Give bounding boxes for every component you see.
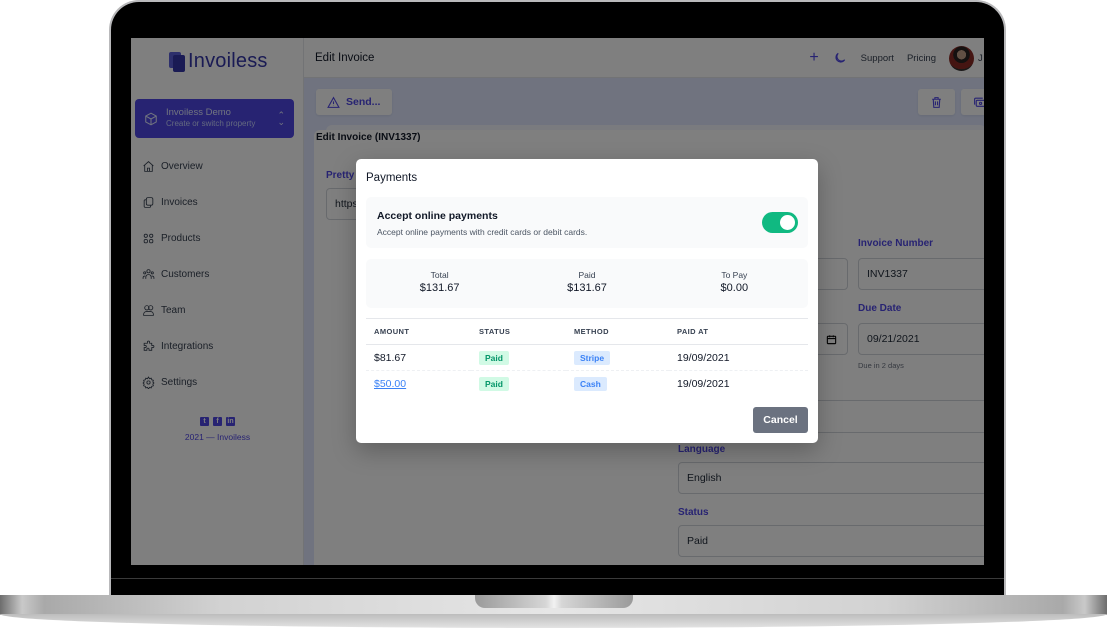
payments-table: AMOUNT STATUS METHOD PAID AT $81.67 Paid… xyxy=(366,318,808,397)
table-row: $50.00 Paid Cash 19/09/2021 xyxy=(366,371,808,397)
total-stat: Total $131.67 xyxy=(366,259,513,308)
modal-title: Payments xyxy=(366,172,418,184)
payments-modal: Payments Accept online payments Accept o… xyxy=(356,159,818,443)
column-header-amount: AMOUNT xyxy=(366,318,471,345)
cancel-button[interactable]: Cancel xyxy=(753,407,808,433)
laptop-base-bottom xyxy=(0,614,1107,628)
status-badge: Paid xyxy=(479,350,509,365)
accept-subtitle: Accept online payments with credit cards… xyxy=(377,227,588,237)
method-badge: Stripe xyxy=(574,350,611,365)
accept-online-payments-toggle[interactable] xyxy=(762,212,798,233)
payment-date: 19/09/2021 xyxy=(669,344,808,371)
column-header-method: METHOD xyxy=(566,318,669,345)
stat-value: $131.67 xyxy=(419,282,460,294)
method-badge: Cash xyxy=(574,376,607,391)
status-badge: Paid xyxy=(479,376,509,391)
payment-date: 19/09/2021 xyxy=(677,377,730,390)
app-screen: Invoiless Invoiless Demo Create or switc… xyxy=(131,38,984,565)
paid-stat: Paid $131.67 xyxy=(513,259,660,308)
stat-value: $0.00 xyxy=(720,282,749,294)
bezel-line xyxy=(111,578,1004,579)
accept-online-payments-panel: Accept online payments Accept online pay… xyxy=(366,197,808,248)
stat-value: $131.67 xyxy=(567,282,607,294)
payment-amount: $81.67 xyxy=(366,344,471,371)
to-pay-stat: To Pay $0.00 xyxy=(661,259,808,308)
accept-title: Accept online payments xyxy=(377,210,498,222)
laptop-notch xyxy=(475,595,633,608)
stat-label: Paid xyxy=(578,270,596,280)
column-header-paid-at: PAID AT xyxy=(669,318,808,345)
payment-totals: Total $131.67 Paid $131.67 To Pay $0.00 xyxy=(366,259,808,308)
table-header-row: AMOUNT STATUS METHOD PAID AT xyxy=(366,318,808,345)
toggle-knob xyxy=(780,215,795,230)
stat-label: Total xyxy=(430,270,449,280)
payment-amount-link[interactable]: $50.00 xyxy=(374,378,406,390)
table-row: $81.67 Paid Stripe 19/09/2021 xyxy=(366,344,808,371)
stat-label: To Pay xyxy=(721,270,748,280)
column-header-status: STATUS xyxy=(471,318,566,345)
